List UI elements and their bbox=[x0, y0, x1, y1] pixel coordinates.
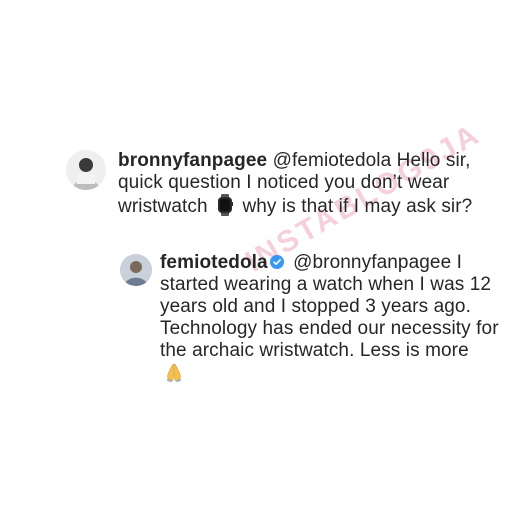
watch-icon bbox=[217, 194, 234, 222]
avatar[interactable] bbox=[120, 254, 152, 286]
reply-username[interactable]: femiotedola bbox=[160, 252, 268, 273]
verified-badge-icon bbox=[269, 253, 284, 269]
comment-username[interactable]: bronnyfanpagee bbox=[118, 150, 267, 171]
comment-body-continued: why is that if I may ask sir? bbox=[237, 196, 473, 217]
comment-text: bronnyfanpagee @femiotedola Hello sir, q… bbox=[118, 150, 496, 222]
reply: femiotedola @bronnyfanpagee I started we… bbox=[120, 252, 500, 388]
folded-hands-icon bbox=[164, 362, 184, 388]
avatar[interactable] bbox=[66, 150, 106, 190]
comment: bronnyfanpagee @femiotedola Hello sir, q… bbox=[66, 150, 496, 222]
reply-text: femiotedola @bronnyfanpagee I started we… bbox=[160, 252, 500, 388]
